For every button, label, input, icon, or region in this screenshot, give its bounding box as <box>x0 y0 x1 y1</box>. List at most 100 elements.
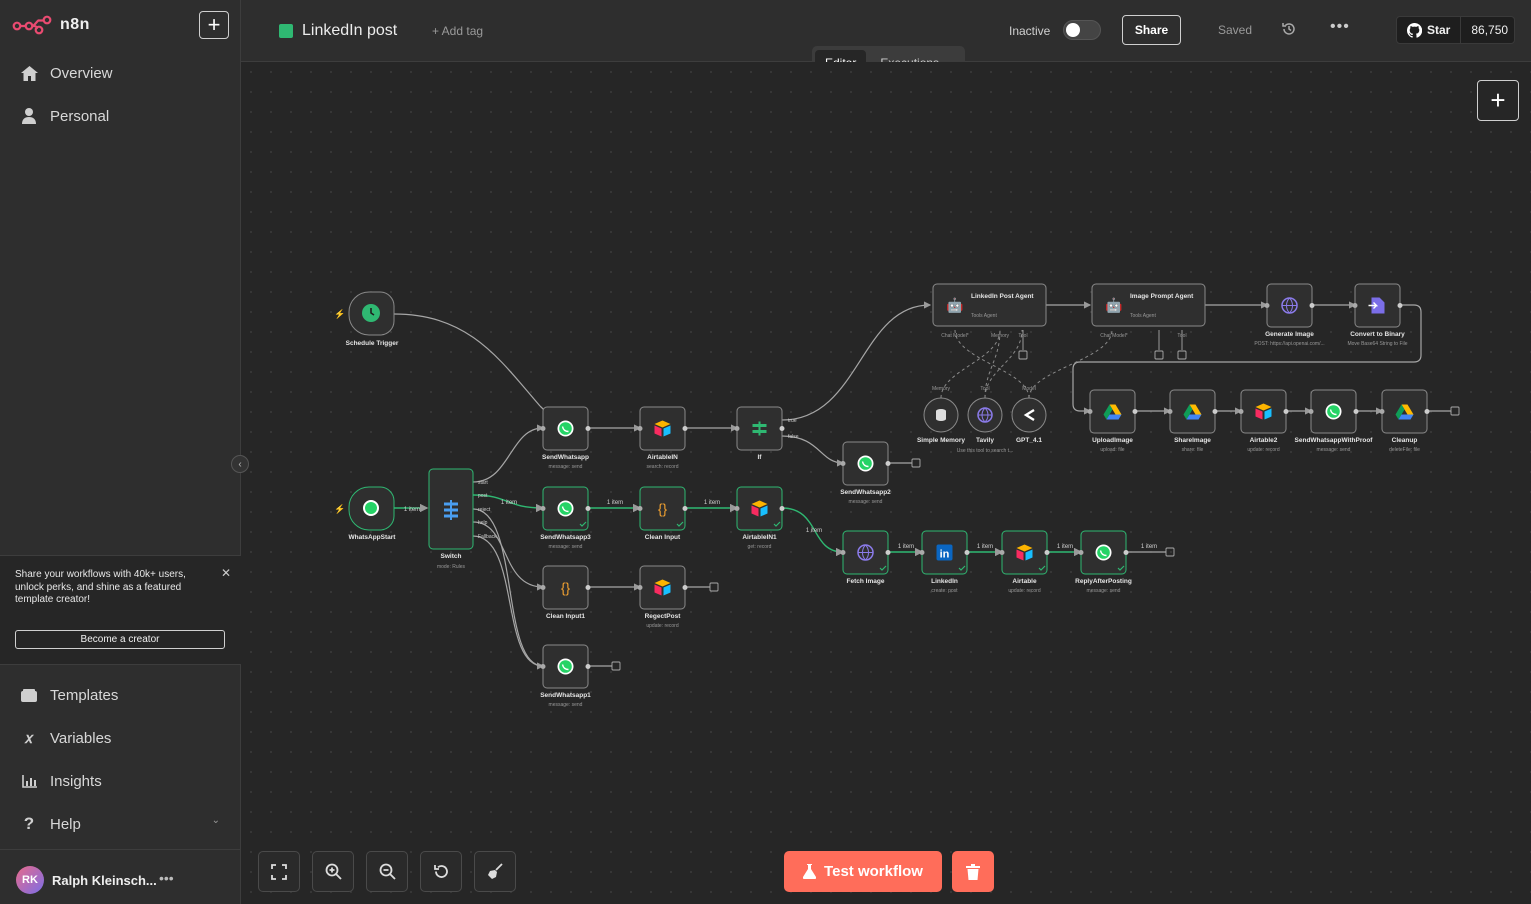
close-icon[interactable]: ✕ <box>221 566 231 580</box>
node-switch[interactable]: Switch mode: Rules start post reject hel… <box>428 468 497 570</box>
zoom-in-button[interactable] <box>312 851 354 892</box>
node-clean-input[interactable]: {} Clean Input <box>637 486 688 541</box>
sidebar-item-overview[interactable]: Overview <box>20 61 113 85</box>
node-label: Clean Input <box>645 534 681 541</box>
port-label: Tool <box>1177 333 1186 339</box>
node-upload-image[interactable]: UploadImage upload: file <box>1087 389 1138 453</box>
node-label: Image Prompt Agent <box>1130 293 1194 300</box>
help-icon: ? <box>23 814 35 833</box>
workflow-color-icon <box>279 24 293 38</box>
sidebar-item-insights[interactable]: Insights <box>20 769 102 793</box>
node-fetch-image[interactable]: Fetch Image <box>840 530 891 585</box>
node-label: Cleanup <box>1392 437 1418 444</box>
node-generate-image[interactable]: Generate Image POST: https://api.openai.c… <box>1254 283 1325 347</box>
svg-text:{}: {} <box>658 501 668 517</box>
delete-button[interactable] <box>952 851 994 892</box>
n8n-logo[interactable]: n8n <box>12 14 90 36</box>
node-linkedin-post-agent[interactable]: 🤖 LinkedIn Post Agent Tools Agent Chat M… <box>932 283 1047 339</box>
github-star-count: 86,750 <box>1471 23 1509 37</box>
node-subtitle: message: send <box>1087 588 1121 594</box>
node-subtitle: Tools Agent <box>971 313 997 319</box>
sidebar-item-help[interactable]: ? Help ⌄ <box>20 812 220 836</box>
node-airtable-in-1[interactable]: AirtableIN1 get: record <box>734 486 785 550</box>
user-name: Ralph Kleinsch... <box>52 873 157 888</box>
more-options-icon[interactable]: ••• <box>1330 18 1350 36</box>
fit-view-button[interactable] <box>258 851 300 892</box>
svg-text:{}: {} <box>561 580 571 596</box>
sidebar-item-templates[interactable]: Templates <box>20 683 118 707</box>
node-linkedin[interactable]: in LinkedIn create: post <box>919 530 970 594</box>
node-subtitle: message: send <box>549 464 583 470</box>
node-send-whatsapp-3[interactable]: SendWhatsapp3 message: send <box>540 486 591 550</box>
edge-label: 1 item <box>898 544 914 550</box>
node-simple-memory[interactable]: Memory Simple Memory <box>917 386 965 444</box>
flask-icon <box>803 864 817 879</box>
node-label: Tavily <box>976 437 994 444</box>
github-icon <box>1407 22 1422 38</box>
zoom-out-icon <box>379 863 396 880</box>
node-airtable-2[interactable]: Airtable2 update: record <box>1238 389 1289 453</box>
workflow-name[interactable]: LinkedIn post <box>279 22 397 40</box>
node-reply-after-posting[interactable]: ReplyAfterPosting message: send <box>1075 530 1132 594</box>
active-toggle[interactable] <box>1063 20 1101 40</box>
reset-zoom-button[interactable] <box>420 851 462 892</box>
sidebar-item-label: Insights <box>50 772 102 790</box>
code-icon: {} <box>658 501 668 517</box>
code-icon: {} <box>561 580 571 596</box>
port-label: Memory <box>932 386 951 392</box>
node-if[interactable]: If <box>734 406 785 461</box>
test-workflow-button[interactable]: Test workflow <box>784 851 942 892</box>
edge-label: 1 item <box>1141 544 1157 550</box>
user-menu[interactable]: RK Ralph Kleinsch... ••• <box>0 849 241 904</box>
share-button[interactable]: Share <box>1122 15 1181 45</box>
node-gpt-4-1[interactable]: Model GPT_4.1 <box>1011 386 1047 444</box>
node-send-whatsapp[interactable]: SendWhatsapp message: send <box>540 406 591 470</box>
port-label: Memory <box>991 333 1010 339</box>
node-clean-input-1[interactable]: {} Clean Input1 <box>540 565 591 620</box>
whatsapp-icon <box>1325 403 1342 420</box>
node-label: LinkedIn Post Agent <box>971 293 1034 300</box>
node-label: RegectPost <box>645 613 682 620</box>
node-label: ShareImage <box>1174 437 1211 444</box>
add-node-button[interactable]: + <box>1477 80 1519 121</box>
node-regect-post[interactable]: RegectPost update: record <box>637 565 688 629</box>
add-tag-button[interactable]: + Add tag <box>432 24 483 38</box>
node-send-whatsapp-with-proof[interactable]: SendWhatsappWithProof message: send <box>1295 389 1374 453</box>
node-airtable-in[interactable]: AirtableIN search: record <box>637 406 688 470</box>
node-airtable[interactable]: Airtable update: record <box>999 530 1050 594</box>
variables-icon: 𝑥 <box>24 729 34 747</box>
tidy-up-button[interactable] <box>474 851 516 892</box>
node-subtitle: update: record <box>646 623 678 629</box>
node-convert-to-binary[interactable]: Convert to Binary Move Base64 String to F… <box>1347 283 1408 347</box>
sidebar-item-personal[interactable]: Personal <box>20 104 109 128</box>
test-workflow-label: Test workflow <box>824 863 923 880</box>
sidebar-item-label: Variables <box>50 729 112 747</box>
sidebar-item-label: Help <box>50 815 81 833</box>
whatsapp-icon <box>857 455 874 472</box>
sidebar-item-variables[interactable]: 𝑥 Variables <box>20 726 112 750</box>
more-icon[interactable]: ••• <box>159 870 174 886</box>
whatsapp-icon <box>557 420 574 437</box>
insights-icon <box>20 772 38 790</box>
workflow-canvas[interactable]: 1 item 1 item 1 item 1 item 1 item 1 ite… <box>241 62 1531 904</box>
edge-label: 1 item <box>704 500 720 506</box>
edge-label: 1 item <box>501 500 517 506</box>
become-creator-button[interactable]: Become a creator <box>15 630 225 649</box>
node-image-prompt-agent[interactable]: 🤖 Image Prompt Agent Tools Agent Chat Mo… <box>1091 283 1206 339</box>
node-label: If <box>758 454 763 461</box>
node-whatsapp-start[interactable]: ⚡ WhatsAppStart <box>334 486 396 541</box>
node-share-image[interactable]: ShareImage share: file <box>1167 389 1218 453</box>
collapse-sidebar-button[interactable]: ‹ <box>231 455 249 473</box>
node-send-whatsapp-2[interactable]: SendWhatsapp2 message: send <box>840 441 891 505</box>
history-icon[interactable] <box>1281 21 1297 42</box>
github-star-button[interactable]: Star 86,750 <box>1396 16 1515 44</box>
zoom-out-button[interactable] <box>366 851 408 892</box>
node-send-whatsapp-1[interactable]: SendWhatsapp1 message: send <box>540 644 591 708</box>
port-label: Model <box>1022 386 1036 392</box>
node-cleanup[interactable]: Cleanup deleteFile: file <box>1379 389 1430 453</box>
node-subtitle: create: post <box>931 588 958 594</box>
create-button[interactable]: + <box>199 11 229 39</box>
node-schedule-trigger[interactable]: ⚡ Schedule Trigger <box>334 291 399 347</box>
github-star-label: Star <box>1427 23 1451 37</box>
workflow-graph: 1 item 1 item 1 item 1 item 1 item 1 ite… <box>334 283 1460 708</box>
